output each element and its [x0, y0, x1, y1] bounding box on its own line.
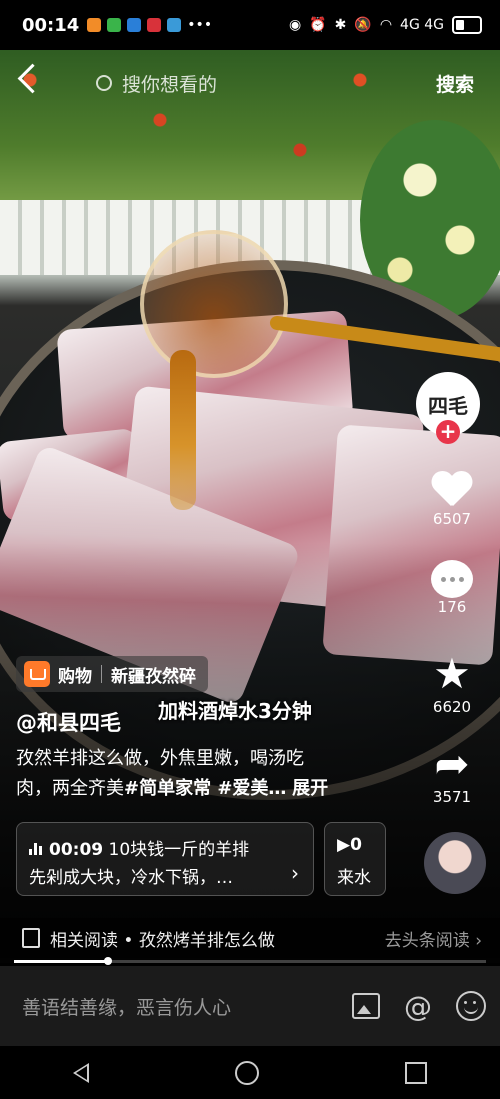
battery-icon [452, 16, 482, 34]
series-next-subtitle: 来水 [337, 868, 371, 888]
app-icon-1 [87, 18, 102, 32]
mention-icon[interactable]: @ [404, 990, 432, 1023]
comment-input[interactable]: 善语结善缘，恶言伤人心 [22, 993, 231, 1020]
search-box[interactable]: 搜你想看的 [78, 62, 408, 104]
share-count: 3571 [432, 788, 472, 806]
app-icon-5 [167, 18, 182, 32]
favorite-count: 6620 [432, 698, 472, 716]
comment-count: 176 [437, 598, 467, 616]
follow-plus-icon[interactable]: + [436, 420, 460, 444]
shop-tag[interactable]: 购物 新疆孜然碎 [16, 656, 208, 692]
video-subtitle: 加料酒焯水3分钟 [158, 699, 312, 723]
video-wine-pour [170, 350, 196, 510]
series-subtitle: 先剁成大块，冷水下锅，… [29, 868, 233, 888]
progress-fill [14, 960, 109, 963]
shop-label: 购物 [58, 666, 92, 687]
desc-line-1: 孜然羊排这么做，外焦里嫩，喝汤吃 [16, 748, 304, 769]
shop-item-name: 新疆孜然碎 [111, 666, 196, 687]
share-arrow-icon: ➦ [434, 739, 470, 788]
cart-icon [24, 661, 50, 687]
star-icon: ★ [433, 649, 471, 698]
nav-recents-icon[interactable] [405, 1061, 427, 1084]
video-description[interactable]: 孜然羊排这么做，外焦里嫩，喝汤吃 肉，两全齐美#简单家常 #爱美… 展开 [16, 744, 386, 804]
share-button[interactable]: ➦ 3571 [416, 739, 488, 807]
app-icon-2 [107, 18, 122, 32]
bluetooth-icon: ✱ [334, 17, 347, 33]
signal-label: 4G 4G [400, 17, 444, 33]
comment-button[interactable]: 176 [416, 560, 488, 616]
status-more: ••• [187, 17, 213, 33]
video-ladle [140, 230, 288, 378]
image-icon[interactable] [352, 993, 380, 1019]
series-next-time: ▶0 [337, 835, 362, 855]
series-card[interactable]: 00:09 10块钱一斤的羊排 先剁成大块，冷水下锅，… › [16, 822, 314, 896]
comment-bar: 善语结善缘，恶言伤人心 @ [0, 966, 500, 1046]
status-right-icons: ◉ ⏰ ✱ 🔕 ◠ 4G 4G [289, 16, 482, 34]
system-nav-bar [0, 1046, 500, 1099]
related-reading-text: 相关阅读 • 孜然烤羊排怎么做 [50, 930, 275, 951]
series-card-next[interactable]: ▶0 来水 [324, 822, 386, 896]
search-button[interactable]: 搜索 [436, 70, 474, 97]
status-app-icons [87, 18, 182, 32]
expand-button[interactable]: 展开 [292, 778, 328, 799]
mute-icon: 🔕 [354, 17, 372, 33]
app-icon-4 [147, 18, 162, 32]
favorite-button[interactable]: ★ 6620 [416, 649, 488, 717]
related-reading-bar[interactable]: 相关阅读 • 孜然烤羊排怎么做 去头条阅读 › [0, 918, 500, 958]
series-time: 00:09 [49, 840, 104, 860]
author-name[interactable]: @和县四毛 [16, 707, 121, 737]
app-icon-3 [127, 18, 142, 32]
document-icon [22, 928, 40, 948]
nav-home-icon[interactable] [235, 1060, 259, 1085]
read-in-toutiao-link[interactable]: 去头条阅读 › [385, 926, 482, 951]
series-card-line-1: 00:09 10块钱一斤的羊排 [29, 835, 249, 860]
alarm-icon: ⏰ [309, 17, 327, 33]
nav-back-icon[interactable] [73, 1062, 89, 1083]
status-time: 00:14 [22, 14, 80, 36]
progress-knob[interactable] [104, 957, 113, 965]
status-bar: 00:14 ••• ◉ ⏰ ✱ 🔕 ◠ 4G 4G [0, 0, 500, 50]
heart-icon [431, 468, 473, 510]
eye-icon: ◉ [288, 17, 302, 33]
audio-bars-icon [29, 841, 45, 855]
desc-hashtags[interactable]: #简单家常 #爱美… [124, 778, 286, 799]
shop-divider [101, 665, 102, 683]
desc-line-2: 肉，两全齐美#简单家常 #爱美… 展开 [16, 774, 386, 804]
search-icon [96, 75, 112, 91]
series-title: 10块钱一斤的羊排 [108, 840, 250, 860]
wifi-icon: ◠ [379, 17, 393, 33]
music-disc-avatar[interactable] [424, 832, 486, 894]
like-count: 6507 [432, 510, 472, 528]
comment-bubble-icon [431, 560, 473, 598]
emoji-icon[interactable] [456, 991, 486, 1021]
search-placeholder: 搜你想看的 [122, 73, 218, 96]
like-button[interactable]: 6507 [416, 468, 488, 528]
desc-line-2-text: 肉，两全齐美 [16, 778, 124, 799]
chevron-right-icon: › [291, 861, 299, 885]
video-progress-bar[interactable] [14, 957, 486, 965]
